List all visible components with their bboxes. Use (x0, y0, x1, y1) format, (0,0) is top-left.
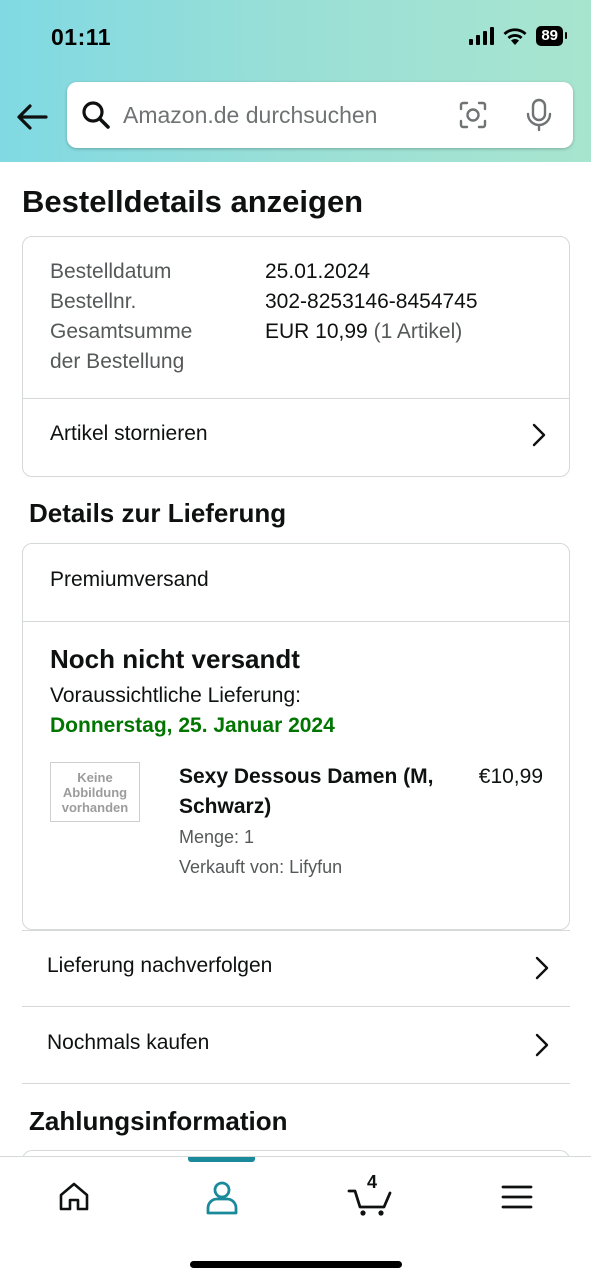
buy-again-row[interactable]: Nochmals kaufen (22, 1007, 570, 1084)
product-price: €10,99 (478, 765, 543, 788)
status-icons: 89 (469, 26, 567, 46)
buy-again-label[interactable]: Nochmals kaufen (47, 1031, 209, 1055)
chevron-right-icon[interactable] (532, 954, 552, 982)
microphone-icon[interactable] (523, 98, 555, 132)
product-quantity: Menge: 1 (179, 827, 255, 847)
home-icon[interactable] (52, 1175, 96, 1219)
delivery-eta-label: Voraussichtliche Lieferung: (50, 684, 301, 707)
order-date-value: 25.01.2024 (265, 260, 371, 283)
product-seller: Verkauft von: Lifyfun (179, 857, 343, 877)
header: 01:11 89 Amazon.de durchsuchen (0, 0, 591, 162)
wifi-icon (503, 28, 527, 45)
divider (23, 621, 569, 622)
order-number-value: 302-8253146-8454745 (265, 290, 478, 313)
order-date-label: Bestelldatum (50, 260, 172, 283)
track-delivery-label[interactable]: Lieferung nachverfolgen (47, 954, 272, 978)
search-icon (82, 101, 110, 129)
product-image-placeholder[interactable]: Keine Abbildung vorhanden (50, 762, 140, 822)
order-total-value: EUR 10,99 (1 Artikel) (265, 317, 462, 347)
shipment-status: Noch nicht versandt (50, 644, 300, 674)
product-title[interactable]: Sexy Dessous Damen (M, Schwarz) (179, 762, 449, 822)
camera-search-icon[interactable] (457, 99, 489, 131)
search-input[interactable]: Amazon.de durchsuchen (123, 102, 457, 129)
order-total-label: Gesamtsumme der Bestellung (50, 320, 193, 373)
delivery-card: Premiumversand Noch nicht versandt Vorau… (22, 543, 570, 930)
active-tab-indicator (188, 1157, 255, 1162)
payment-section-title: Zahlungsinformation (29, 1106, 288, 1136)
order-number-label: Bestellnr. (50, 290, 137, 313)
status-time: 01:11 (51, 24, 112, 50)
chevron-right-icon[interactable] (532, 1031, 552, 1059)
chevron-right-icon[interactable] (529, 421, 549, 449)
account-icon[interactable] (200, 1175, 244, 1219)
track-delivery-row[interactable]: Lieferung nachverfolgen (22, 930, 570, 1007)
back-arrow-icon[interactable] (14, 98, 52, 136)
delivery-section-title: Details zur Lieferung (29, 498, 287, 528)
battery-indicator: 89 (536, 26, 567, 46)
search-bar[interactable]: Amazon.de durchsuchen (67, 82, 573, 148)
delivery-eta-date: Donnerstag, 25. Januar 2024 (50, 714, 335, 737)
home-indicator[interactable] (190, 1261, 402, 1268)
shipping-method: Premiumversand (50, 568, 209, 591)
order-item-count: (1 Artikel) (373, 320, 463, 343)
divider (22, 930, 570, 931)
cart-count-badge: 4 (367, 1172, 378, 1192)
cellular-signal-icon (469, 27, 495, 45)
divider (23, 398, 569, 399)
order-total-amount: EUR 10,99 (265, 320, 368, 343)
cancel-items-link[interactable]: Artikel stornieren (50, 422, 208, 446)
page-title: Bestelldetails anzeigen (22, 184, 364, 219)
menu-icon[interactable] (495, 1175, 539, 1219)
order-summary-card: Bestelldatum 25.01.2024 Bestellnr. 302-8… (22, 236, 570, 477)
